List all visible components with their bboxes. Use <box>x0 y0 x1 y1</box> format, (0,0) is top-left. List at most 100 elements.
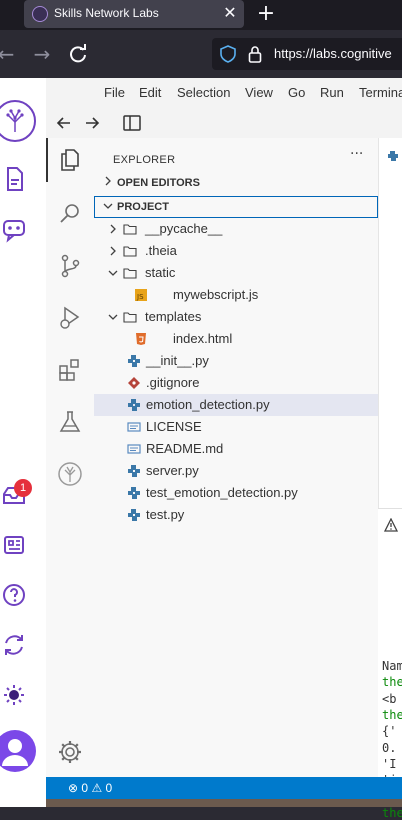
file-tree-item[interactable]: test.py <box>94 504 378 526</box>
svg-text:JS: JS <box>136 293 144 301</box>
folder-icon <box>123 222 137 236</box>
run-debug-icon[interactable] <box>56 304 84 332</box>
warning-status-icon: ⚠ <box>91 781 103 795</box>
close-tab-icon[interactable]: ✕ <box>222 3 238 23</box>
terminal-line: the <box>382 707 402 722</box>
menu-go[interactable]: Go <box>288 85 305 100</box>
terminal-line: 'I <box>382 756 397 771</box>
chevron-down-icon[interactable] <box>107 311 119 323</box>
file-tree-item[interactable]: server.py <box>94 460 378 482</box>
terminal-panel[interactable]: Namthe<bthe{'0.'I'jvethe <box>378 508 402 820</box>
file-tree-label: static <box>145 265 176 280</box>
folder-icon <box>123 310 137 324</box>
url-bar[interactable]: https://labs.cognitive <box>212 38 402 70</box>
split-editor-icon[interactable] <box>122 113 142 133</box>
file-tree-label: mywebscript.js <box>173 287 259 302</box>
explorer-sidebar: EXPLORER ··· OPEN EDITORS PROJECT __pyca… <box>94 138 378 783</box>
menu-run[interactable]: Run <box>320 85 344 100</box>
forward-arrow-icon[interactable]: → <box>30 42 54 66</box>
text-file-icon <box>127 420 141 434</box>
explorer-files-icon[interactable] <box>56 146 84 174</box>
terminal-line: Nam <box>382 659 402 673</box>
file-tree-label: .theia <box>145 243 177 258</box>
warning-count: 0 <box>105 781 113 795</box>
file-tree-label: __pycache__ <box>145 221 223 236</box>
menu-selection[interactable]: Selection <box>177 85 230 100</box>
file-tree-label: emotion_detection.py <box>146 397 270 412</box>
sync-icon[interactable] <box>0 630 30 660</box>
python-file-icon <box>127 354 141 368</box>
reload-icon[interactable] <box>66 42 90 66</box>
file-tree-item[interactable]: __pycache__ <box>94 218 378 240</box>
browser-tab-bar: Skills Network Labs ✕ + <box>0 0 402 30</box>
python-file-icon <box>127 508 141 522</box>
back-arrow-icon[interactable] <box>54 113 74 133</box>
file-tree-item[interactable]: .gitignore <box>94 372 378 394</box>
extensions-icon[interactable] <box>56 356 84 384</box>
file-tree-item[interactable]: LICENSE <box>94 416 378 438</box>
menu-edit[interactable]: Edit <box>139 85 161 100</box>
chevron-right-icon <box>105 176 111 186</box>
tab-title: Skills Network Labs <box>54 6 159 20</box>
news-icon[interactable] <box>0 530 30 560</box>
active-indicator <box>46 138 48 182</box>
chevron-right-icon[interactable] <box>107 245 119 257</box>
source-control-icon[interactable] <box>56 252 84 280</box>
new-tab-button[interactable]: + <box>256 2 276 26</box>
lock-icon[interactable] <box>248 45 262 63</box>
user-avatar-icon[interactable] <box>0 730 36 772</box>
file-tree-item[interactable]: __init__.py <box>94 350 378 372</box>
git-file-icon <box>127 376 141 390</box>
file-tree-label: test_emotion_detection.py <box>146 485 298 500</box>
file-tree-item[interactable]: README.md <box>94 438 378 460</box>
python-file-icon <box>127 464 141 478</box>
open-editors-section[interactable]: OPEN EDITORS <box>94 172 378 194</box>
skills-network-favicon-icon <box>32 6 48 22</box>
file-tree-label: LICENSE <box>146 419 202 434</box>
menu-view[interactable]: View <box>245 85 273 100</box>
more-actions-icon[interactable]: ··· <box>350 146 363 162</box>
file-tree-item[interactable]: emotion_detection.py <box>94 394 378 416</box>
text-file-icon <box>127 442 141 456</box>
open-editors-label: OPEN EDITORS <box>117 177 200 189</box>
project-section[interactable]: PROJECT <box>94 196 378 218</box>
file-tree-item[interactable]: templates <box>94 306 378 328</box>
back-arrow-icon[interactable]: ← <box>0 42 18 66</box>
terminal-line: {' <box>382 724 397 739</box>
error-icon: ⊗ <box>68 781 79 795</box>
shield-icon[interactable] <box>220 45 236 63</box>
terminal-line: <b <box>382 691 397 706</box>
folder-icon <box>123 244 137 258</box>
url-text: https://labs.cognitive <box>274 46 392 61</box>
forward-arrow-icon[interactable] <box>82 113 102 133</box>
file-tree-item[interactable]: static <box>94 262 378 284</box>
file-tree-label: .gitignore <box>146 375 200 390</box>
toolbar <box>46 108 402 138</box>
chevron-down-icon[interactable] <box>107 267 119 279</box>
menu-terminal[interactable]: Termina <box>359 85 402 100</box>
file-tree-item[interactable]: JS mywebscript.js <box>94 284 378 306</box>
search-icon[interactable] <box>56 200 84 228</box>
file-tree-item[interactable]: index.html <box>94 328 378 350</box>
skills-network-logo-icon[interactable] <box>0 100 36 142</box>
theme-sun-icon[interactable] <box>0 680 30 710</box>
status-bar: ⊗ 0 ⚠ 0 <box>46 777 402 799</box>
settings-gear-icon[interactable] <box>56 738 84 766</box>
file-tree-item[interactable]: .theia <box>94 240 378 262</box>
document-icon[interactable] <box>0 164 30 194</box>
menu-file[interactable]: File <box>104 85 125 100</box>
browser-tab[interactable]: Skills Network Labs ✕ <box>24 0 244 28</box>
help-icon[interactable] <box>0 580 30 610</box>
chevron-down-icon <box>103 203 113 209</box>
javascript-file-icon: JS <box>134 288 148 302</box>
chevron-right-icon[interactable] <box>107 223 119 235</box>
problems-status[interactable]: ⊗ 0 ⚠ 0 <box>68 781 112 795</box>
chat-bot-icon[interactable] <box>0 214 30 244</box>
file-tree-label: server.py <box>146 463 199 478</box>
folder-icon <box>123 266 137 280</box>
file-tree-item[interactable]: test_emotion_detection.py <box>94 482 378 504</box>
python-file-tab-icon[interactable] <box>387 147 399 161</box>
file-tree-label: __init__.py <box>146 353 209 368</box>
skills-network-tree-icon[interactable] <box>56 460 84 488</box>
lab-flask-icon[interactable] <box>56 408 84 436</box>
